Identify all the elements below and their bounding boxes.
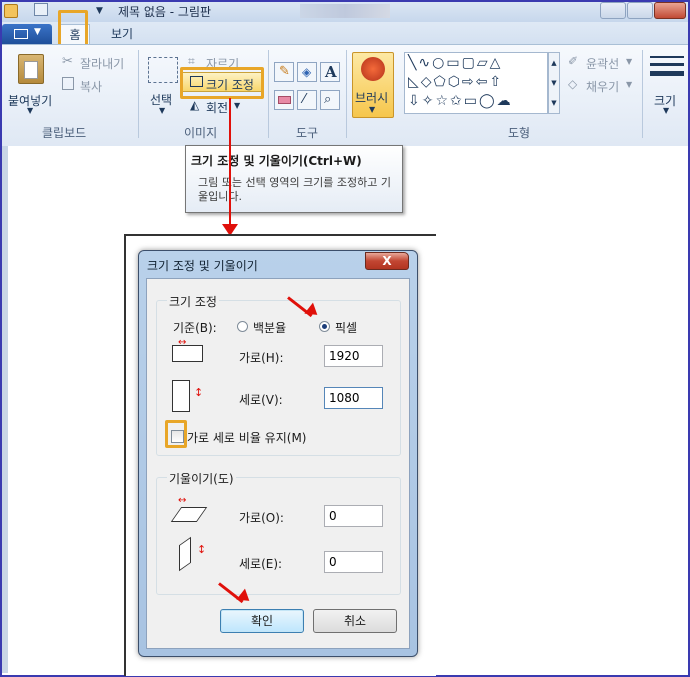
group-separator [346,50,347,138]
resize-label: 크기 조정 [206,78,254,92]
chevron-down-icon: ▼ [369,105,376,114]
clipboard-group-label: 클립보드 [42,126,87,140]
chevron-down-icon: ▼ [663,106,670,115]
blurred-title-area [300,4,390,18]
tab-view[interactable]: 보기 [104,24,140,44]
resize-group-label: 크기 조정 [167,293,219,310]
maximize-button[interactable] [627,2,653,19]
magnifier-icon[interactable]: ⌕ [320,90,340,110]
cut-button[interactable]: 잘라내기 [80,55,124,72]
horizontal-skew-icon: ↔ [170,495,208,525]
gallery-scroll[interactable]: ▲ ▼ ▼ [548,52,560,114]
eraser-icon[interactable] [274,90,294,110]
chevron-down-icon: ▼ [159,106,166,115]
chevron-down-icon: ▼ [626,80,633,89]
skew-horizontal-label: 가로(O): [239,511,284,525]
chevron-down-icon: ▼ [626,57,633,66]
horizontal-field[interactable]: 1920 [324,345,383,367]
brush-icon [361,57,385,81]
window-title: 제목 없음 - 그림판 [118,5,212,19]
pencil-icon[interactable]: ✎ [274,62,294,82]
brushes-label: 브러시 [355,91,389,105]
qat-dropdown-icon[interactable]: ▼ [96,6,103,16]
skew-group-label: 기울이기(도) [167,470,236,487]
text-tool-icon[interactable]: A [320,62,340,82]
brushes-button[interactable]: 브러시 ▼ [352,52,394,118]
outline-icon: ✐ [568,54,579,68]
keep-ratio-highlight [165,420,187,448]
skew-vertical-label: 세로(E): [239,557,283,571]
shapes-gallery[interactable]: ╲∿○▭▢▱△ ◺◇⬠⬡⇨⇦⇧ ⇩✧☆✩▭◯☁ [404,52,548,114]
vertical-skew-icon: ↕ [179,536,213,572]
pixels-label: 픽셀 [335,321,358,335]
menu-icon [14,29,28,39]
group-separator [642,50,643,138]
scissors-icon: ✂ [62,54,73,69]
tools-group-label: 도구 [296,126,319,140]
group-separator [268,50,269,138]
dialog-close-button[interactable]: X [365,252,409,270]
pixels-radio[interactable] [319,321,330,332]
minimize-button[interactable] [600,2,626,19]
fill-button[interactable]: 채우기 [586,78,619,95]
shapes-group-label: 도형 [508,126,531,140]
fill-bucket-icon[interactable]: ◈ [297,62,317,82]
tooltip-title: 크기 조정 및 기울이기(Ctrl+W) [191,154,362,168]
vertical-label: 세로(V): [239,393,283,407]
color-picker-icon[interactable]: ⁄ [297,90,317,110]
paste-icon[interactable] [18,54,44,84]
chevron-down-icon: ▼ [27,106,34,115]
group-separator [138,50,139,138]
dialog-body: 크기 조정 기준(B): 백분율 픽셀 ↔ 가로(H): 1920 ↕ 세로(V… [146,278,410,649]
percent-label: 백분율 [253,321,287,335]
keep-ratio-label: 가로 세로 비율 유지(M) [187,431,307,445]
skew-horizontal-field[interactable]: 0 [324,505,383,527]
shapes-row-1-icons: ╲∿○▭▢▱△ [408,55,503,71]
cancel-button[interactable]: 취소 [313,609,397,633]
arrow-line [229,98,231,228]
horizontal-resize-icon: ↔ [172,337,204,363]
vertical-field[interactable]: 1080 [324,387,383,409]
horizontal-label: 가로(H): [239,351,284,365]
fill-icon: ◇ [568,77,578,91]
resize-tooltip: 크기 조정 및 기울이기(Ctrl+W) 그림 또는 선택 영역의 크기를 조정… [185,145,403,213]
tooltip-body: 그림 또는 선택 영역의 크기를 조정하고 기울입니다. [198,176,392,203]
select-icon[interactable] [148,57,178,83]
canvas-left-edge [2,146,8,673]
paint-app-icon[interactable] [4,4,18,18]
ok-button[interactable]: 확인 [220,609,304,633]
size-icon[interactable] [650,56,684,80]
app-menu-button[interactable]: ▼ [2,24,52,44]
shapes-row-2-icons: ◺◇⬠⬡⇨⇦⇧ [408,74,504,90]
resize-skew-dialog: 크기 조정 및 기울이기 X 크기 조정 기준(B): 백분율 픽셀 ↔ 가로(… [138,250,418,657]
by-label: 기준(B): [173,321,217,335]
dialog-title: 크기 조정 및 기울이기 [147,259,258,273]
close-window-button[interactable] [654,2,686,19]
outline-button[interactable]: 윤곽선 [586,55,619,72]
percent-radio[interactable] [237,321,248,332]
rotate-icon: ◭ [190,98,200,112]
image-group-label: 이미지 [184,126,218,140]
copy-button[interactable]: 복사 [80,78,102,95]
skew-vertical-field[interactable]: 0 [324,551,383,573]
resize-icon [190,76,203,87]
save-icon[interactable] [34,3,48,16]
shapes-row-3-icons: ⇩✧☆✩▭◯☁ [408,93,513,109]
chevron-down-icon: ▼ [34,27,41,37]
copy-icon [62,77,74,90]
vertical-resize-icon: ↕ [172,380,206,412]
rotate-button[interactable]: 회전 [206,99,228,116]
chevron-down-icon: ▼ [234,101,241,110]
